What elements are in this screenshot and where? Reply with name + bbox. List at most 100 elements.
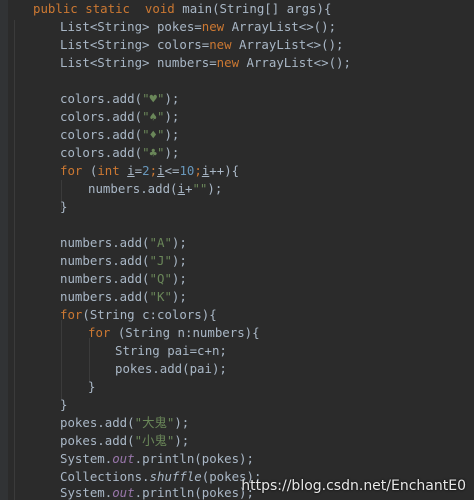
- code-line-numbers-add[interactable]: numbers.add("J");: [60, 252, 187, 270]
- code-text: colors.add(: [60, 91, 143, 106]
- code-text: .println(pokes);: [134, 485, 254, 500]
- keyword: public: [33, 1, 78, 16]
- code-line-for-numbers[interactable]: for (String n:numbers){: [88, 324, 260, 342]
- code-line-decl-numbers[interactable]: List<String> numbers=new ArrayList<>();: [60, 54, 351, 72]
- code-text: ArrayList<>();: [224, 19, 337, 34]
- code-text: (String n:numbers){: [110, 325, 260, 340]
- code-line-numbers-add[interactable]: numbers.add("Q");: [60, 270, 187, 288]
- string-literal: "小鬼": [134, 433, 175, 448]
- code-line-pai-decl[interactable]: String pai=c+n;: [115, 342, 227, 360]
- code-line-numbers-add[interactable]: numbers.add("K");: [60, 288, 187, 306]
- code-text: numbers.add(: [88, 181, 178, 196]
- code-text: );: [171, 289, 187, 304]
- code-text: ++){: [209, 163, 240, 178]
- code-line-method-signature[interactable]: public static void main(String[] args){: [33, 0, 331, 18]
- code-text: main(String[] args){: [182, 1, 332, 16]
- code-text: );: [171, 271, 187, 286]
- code-line-for-int[interactable]: for (int i=2;i<=10;i++){: [60, 162, 239, 180]
- code-text: );: [164, 91, 180, 106]
- keyword: for: [60, 307, 83, 322]
- string-literal: "A": [149, 235, 172, 250]
- code-line-println[interactable]: System.out.println(pokes);: [60, 484, 254, 500]
- code-text: );: [174, 433, 190, 448]
- static-field: out: [112, 485, 135, 500]
- code-line-colors-add[interactable]: colors.add("♠");: [60, 108, 179, 126]
- code-text: String pai=c+n;: [115, 343, 227, 358]
- code-text: numbers.add(: [60, 253, 150, 268]
- code-line-colors-add[interactable]: colors.add("♣");: [60, 144, 179, 162]
- number-literal: 10: [179, 163, 195, 178]
- string-literal: "K": [149, 289, 172, 304]
- loop-variable: i: [157, 163, 165, 178]
- code-text: pokes.add(: [60, 415, 135, 430]
- code-line-colors-add[interactable]: colors.add("♥");: [60, 90, 179, 108]
- code-text: (String c:colors){: [82, 307, 217, 322]
- code-text: numbers.add(: [60, 235, 150, 250]
- code-text: );: [174, 415, 190, 430]
- keyword: for: [88, 325, 111, 340]
- code-text: );: [164, 127, 180, 142]
- code-text: );: [171, 253, 187, 268]
- keyword: int: [97, 163, 120, 178]
- string-literal: "大鬼": [134, 415, 175, 430]
- code-text: );: [171, 235, 187, 250]
- code-line-pokes-add[interactable]: pokes.add("大鬼");: [60, 414, 189, 432]
- code-text: ArrayList<>();: [239, 55, 351, 70]
- code-text: }: [88, 379, 96, 394]
- code-line-pokes-add-pai[interactable]: pokes.add(pai);: [115, 360, 227, 378]
- code-text: Collections.: [60, 469, 150, 484]
- number-literal: 2: [142, 163, 150, 178]
- code-text: pokes.add(: [60, 433, 135, 448]
- static-method: shuffle: [149, 469, 202, 484]
- code-line-println[interactable]: System.out.println(pokes);: [60, 450, 254, 468]
- code-line-decl-pokes[interactable]: List<String> pokes=new ArrayList<>();: [60, 18, 336, 36]
- code-text: List<String> pokes=: [60, 19, 202, 34]
- code-line-decl-colors[interactable]: List<String> colors=new ArrayList<>();: [60, 36, 344, 54]
- code-line-numbers-add-i[interactable]: numbers.add(i+"");: [88, 180, 222, 198]
- code-text: colors.add(: [60, 145, 143, 160]
- code-text: System.: [60, 451, 113, 466]
- watermark-text: https://blog.csdn.net/EnchantE0: [241, 478, 466, 494]
- code-text: pokes.add(pai);: [115, 361, 227, 376]
- keyword: static: [85, 1, 130, 16]
- indent-guide: [61, 320, 62, 400]
- indent-guide: [14, 20, 15, 500]
- code-text: );: [207, 181, 223, 196]
- keyword: for: [60, 163, 83, 178]
- string-literal: "": [192, 181, 208, 196]
- code-text: ArrayList<>();: [231, 37, 344, 52]
- code-line-pokes-add[interactable]: pokes.add("小鬼");: [60, 432, 189, 450]
- loop-variable: i: [177, 181, 185, 196]
- semicolon: ;: [149, 163, 158, 178]
- string-literal: "♣": [142, 145, 165, 160]
- code-line-close-brace[interactable]: }: [88, 378, 95, 396]
- code-text: numbers.add(: [60, 271, 150, 286]
- keyword: new: [209, 37, 232, 52]
- string-literal: "J": [149, 253, 172, 268]
- code-text: }: [60, 199, 68, 214]
- string-literal: "Q": [149, 271, 172, 286]
- code-editor[interactable]: public static void main(String[] args){ …: [0, 0, 474, 500]
- code-text: }: [60, 397, 68, 412]
- code-text: List<String> colors=: [60, 37, 210, 52]
- code-text: List<String> numbers=: [60, 55, 217, 70]
- keyword: void: [144, 1, 175, 16]
- string-literal: "♠": [142, 109, 165, 124]
- string-literal: "♥": [142, 91, 165, 106]
- code-line-colors-add[interactable]: colors.add("♦");: [60, 126, 179, 144]
- string-literal: "♦": [142, 127, 165, 142]
- code-text: .println(pokes);: [134, 451, 254, 466]
- editor-gutter: [0, 0, 8, 500]
- static-field: out: [112, 451, 135, 466]
- code-text: <=: [164, 163, 180, 178]
- code-line-close-brace[interactable]: }: [60, 198, 67, 216]
- code-text: );: [164, 145, 180, 160]
- code-line-for-colors[interactable]: for(String c:colors){: [60, 306, 217, 324]
- code-line-numbers-add[interactable]: numbers.add("A");: [60, 234, 187, 252]
- semicolon: ;: [194, 163, 202, 178]
- keyword: new: [201, 19, 225, 34]
- code-text: colors.add(: [60, 127, 143, 142]
- code-line-close-brace[interactable]: }: [60, 396, 67, 414]
- code-text: colors.add(: [60, 109, 143, 124]
- indent-guide: [89, 338, 90, 382]
